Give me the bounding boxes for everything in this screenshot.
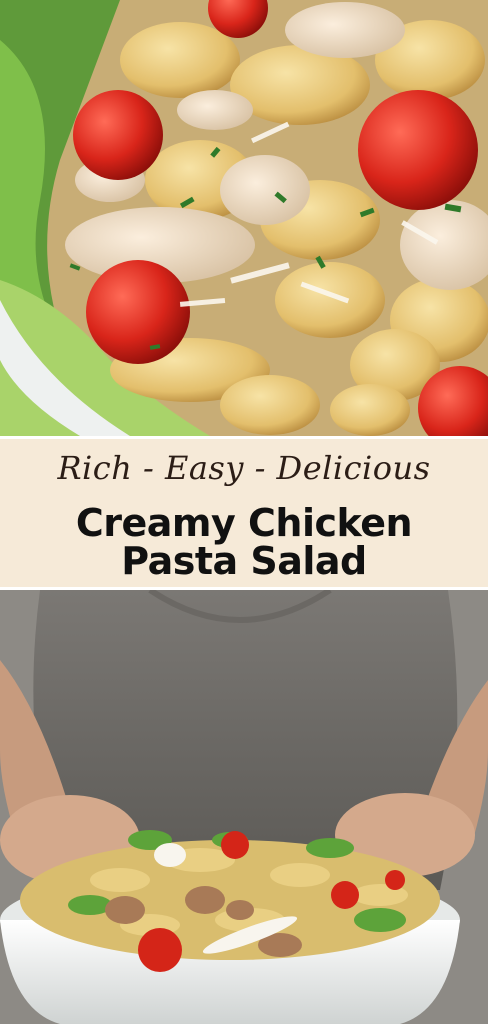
title-banner: Rich - Easy - Delicious Creamy Chicken P…	[0, 439, 488, 587]
pasta-salad-closeup-photo	[0, 0, 488, 436]
tagline: Rich - Easy - Delicious	[57, 449, 431, 487]
recipe-pin: Rich - Easy - Delicious Creamy Chicken P…	[0, 0, 488, 1024]
recipe-title-line-2: Pasta Salad	[121, 539, 367, 583]
hands-holding-bowl-photo	[0, 590, 488, 1024]
